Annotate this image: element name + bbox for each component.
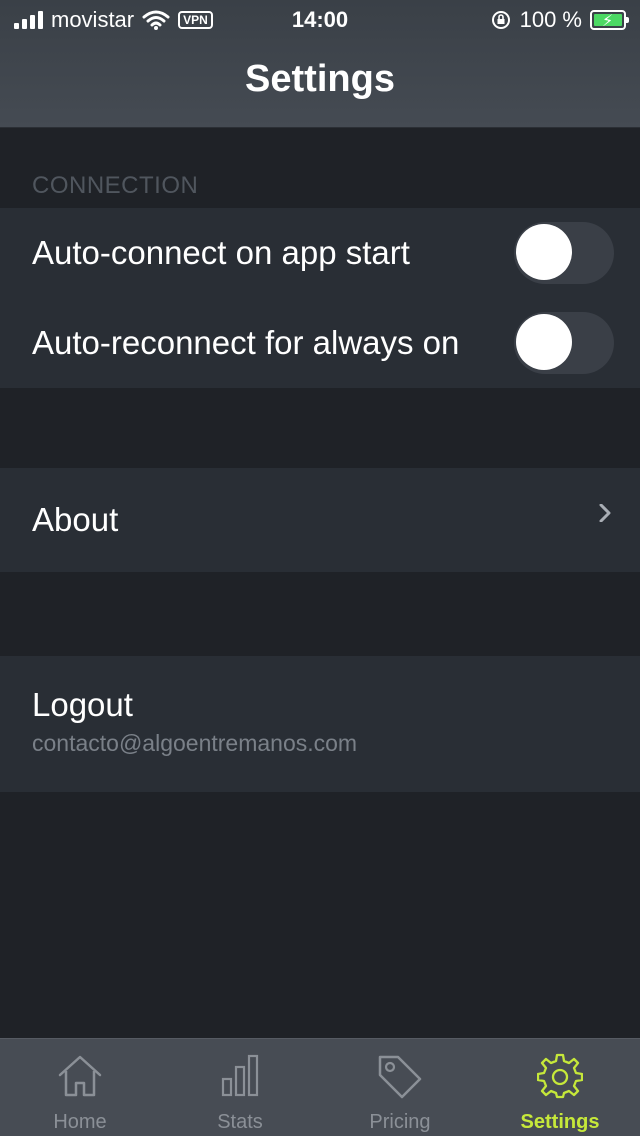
tag-icon: [378, 1055, 422, 1099]
tab-settings[interactable]: Settings: [480, 1039, 640, 1136]
auto-connect-toggle[interactable]: [514, 222, 614, 284]
chevron-right-icon: [599, 504, 611, 522]
orientation-lock-icon: [491, 11, 510, 29]
status-bar: movistar VPN 14:00 100 % ⚡: [0, 0, 640, 40]
battery-charging-icon: ⚡: [590, 10, 629, 30]
toggle-knob: [516, 224, 572, 280]
navigation-header: movistar VPN 14:00 100 % ⚡ Settings: [0, 0, 640, 128]
account-email: contacto@algoentremanos.com: [32, 730, 358, 756]
battery-percent: 100 %: [519, 7, 582, 32]
home-icon: [58, 1055, 102, 1097]
tab-pricing-label: Pricing: [369, 1111, 431, 1133]
toggle-knob: [516, 314, 572, 370]
about-row[interactable]: About: [0, 468, 640, 572]
logout-content: Logout contacto@algoentremanos.com: [0, 656, 640, 757]
status-right: 100 % ⚡: [490, 7, 629, 33]
gear-icon: [537, 1053, 583, 1099]
auto-connect-row: Auto-connect on app start: [0, 208, 640, 298]
tab-home-label: Home: [53, 1111, 107, 1133]
about-row-content: About: [0, 468, 640, 572]
about-label: About: [32, 501, 119, 538]
logout-row[interactable]: Logout contacto@algoentremanos.com: [0, 656, 640, 792]
auto-reconnect-toggle[interactable]: [514, 312, 614, 374]
settings-screen: movistar VPN 14:00 100 % ⚡ Settings CONN…: [0, 0, 640, 1136]
tab-settings-label: Settings: [520, 1111, 600, 1133]
page-title: Settings: [245, 58, 395, 100]
connection-group: Auto-connect on app start Auto-reconnect…: [0, 208, 640, 388]
auto-connect-label: Auto-connect on app start: [32, 234, 410, 271]
tab-stats-label: Stats: [217, 1111, 263, 1133]
tab-bar: Home Stats Pricing Settings: [0, 1038, 640, 1136]
tab-stats[interactable]: Stats: [160, 1039, 320, 1136]
tab-home[interactable]: Home: [0, 1039, 160, 1136]
tab-pricing[interactable]: Pricing: [320, 1039, 480, 1136]
section-header-connection: CONNECTION: [32, 172, 199, 199]
bar-chart-icon: [221, 1054, 259, 1097]
auto-reconnect-row: Auto-reconnect for always on: [0, 298, 640, 388]
auto-reconnect-label: Auto-reconnect for always on: [32, 324, 460, 361]
logout-label: Logout: [32, 686, 133, 723]
